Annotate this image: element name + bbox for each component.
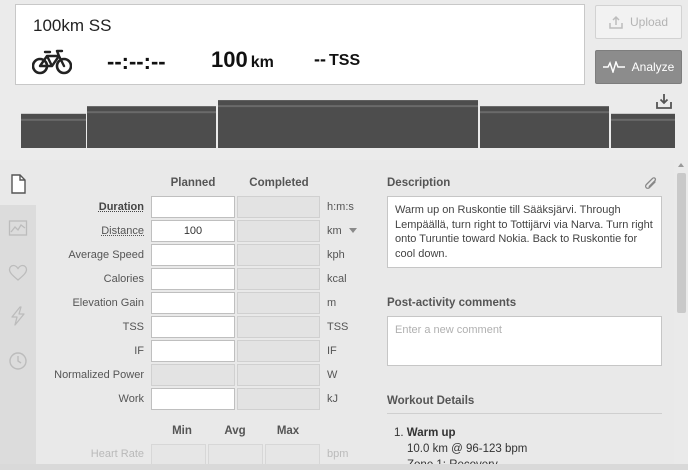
col-avg: Avg	[224, 425, 246, 437]
calories-completed-input	[237, 268, 320, 290]
elevation-gain-unit: m	[327, 297, 337, 309]
scroll-up-arrow[interactable]	[678, 163, 684, 167]
workout-header: 100km SS --:--:-- 100 km -- TSS Upload Ana…	[0, 0, 688, 160]
interval-bar-highlight	[21, 118, 86, 121]
tss-planned-input[interactable]	[151, 316, 235, 338]
distance-completed-input	[237, 220, 320, 242]
duration-label: Duration	[98, 201, 144, 213]
elevation-gain-label: Elevation Gain	[72, 297, 144, 309]
clock-icon[interactable]	[8, 351, 28, 371]
duration-planned-input[interactable]	[151, 196, 235, 218]
col-max: Max	[276, 425, 300, 437]
heart-rate-min-input	[151, 444, 206, 466]
average-speed-label: Average Speed	[68, 249, 144, 261]
duration-completed-input	[237, 196, 320, 218]
step-number: 1.	[394, 427, 404, 439]
calories-unit: kcal	[327, 273, 347, 285]
heart-icon[interactable]	[8, 263, 28, 283]
bottom-bar	[0, 464, 688, 470]
if-label: IF	[134, 345, 144, 357]
tss-unit: TSS	[327, 321, 349, 333]
normalized-power-unit: W	[327, 369, 338, 381]
step-detail: 10.0 km @ 96-123 bpm	[407, 443, 528, 455]
calories-planned-input[interactable]	[151, 268, 235, 290]
heart-rate-avg-input	[208, 444, 263, 466]
elevation-gain-planned-input[interactable]	[151, 292, 235, 314]
interval-bar-highlight	[611, 118, 675, 121]
lightning-icon[interactable]	[8, 306, 28, 326]
heart-rate-label: Heart Rate	[90, 448, 144, 460]
details-divider	[387, 413, 662, 414]
left-nav	[0, 160, 36, 470]
normalized-power-planned-input	[151, 364, 235, 386]
normalized-power-label: Normalized Power	[54, 369, 144, 381]
interval-bar-highlight	[87, 111, 216, 114]
if-planned-input[interactable]	[151, 340, 235, 362]
col-completed: Completed	[249, 177, 309, 189]
step-title: 1. Warm up	[394, 427, 456, 439]
col-min: Min	[172, 425, 192, 437]
calories-label: Calories	[103, 273, 144, 285]
scrollbar-thumb[interactable]	[677, 173, 686, 313]
workout-intervals-chart	[21, 100, 675, 148]
if-completed-input	[237, 340, 320, 362]
workout-details-heading: Workout Details	[387, 395, 475, 407]
if-unit: IF	[327, 345, 337, 357]
col-planned: Planned	[170, 177, 216, 189]
step-name: Warm up	[406, 427, 456, 439]
description-textarea[interactable]: Warm up on Ruskontie till Sääksjärvi. Th…	[387, 196, 662, 268]
interval-bar[interactable]	[218, 100, 478, 148]
heart-rate-max-input	[265, 444, 320, 466]
chart-icon[interactable]	[8, 218, 28, 238]
description-heading: Description	[387, 177, 451, 189]
comment-input[interactable]: Enter a new comment	[387, 316, 662, 366]
distance-unit: km	[327, 225, 342, 237]
heart-rate-unit: bpm	[327, 448, 349, 460]
document-icon[interactable]	[8, 174, 28, 194]
average-speed-planned-input[interactable]	[151, 244, 235, 266]
comments-heading: Post-activity comments	[387, 297, 517, 309]
tss-completed-input	[237, 316, 320, 338]
duration-unit: h:m:s	[327, 201, 354, 213]
work-unit: kJ	[327, 393, 338, 405]
elevation-gain-completed-input	[237, 292, 320, 314]
distance-planned-input[interactable]: 100	[151, 220, 235, 242]
interval-bar-highlight	[218, 105, 478, 108]
normalized-power-completed-input	[237, 364, 320, 386]
distance-label: Distance	[101, 225, 144, 237]
interval-bar-highlight	[480, 111, 609, 114]
distance-unit-dropdown[interactable]	[349, 228, 357, 233]
work-planned-input[interactable]	[151, 388, 235, 410]
average-speed-completed-input	[237, 244, 320, 266]
work-completed-input	[237, 388, 320, 410]
tss-label: TSS	[122, 321, 144, 333]
work-label: Work	[118, 393, 144, 405]
paperclip-icon[interactable]	[643, 176, 659, 192]
average-speed-unit: kph	[327, 249, 345, 261]
